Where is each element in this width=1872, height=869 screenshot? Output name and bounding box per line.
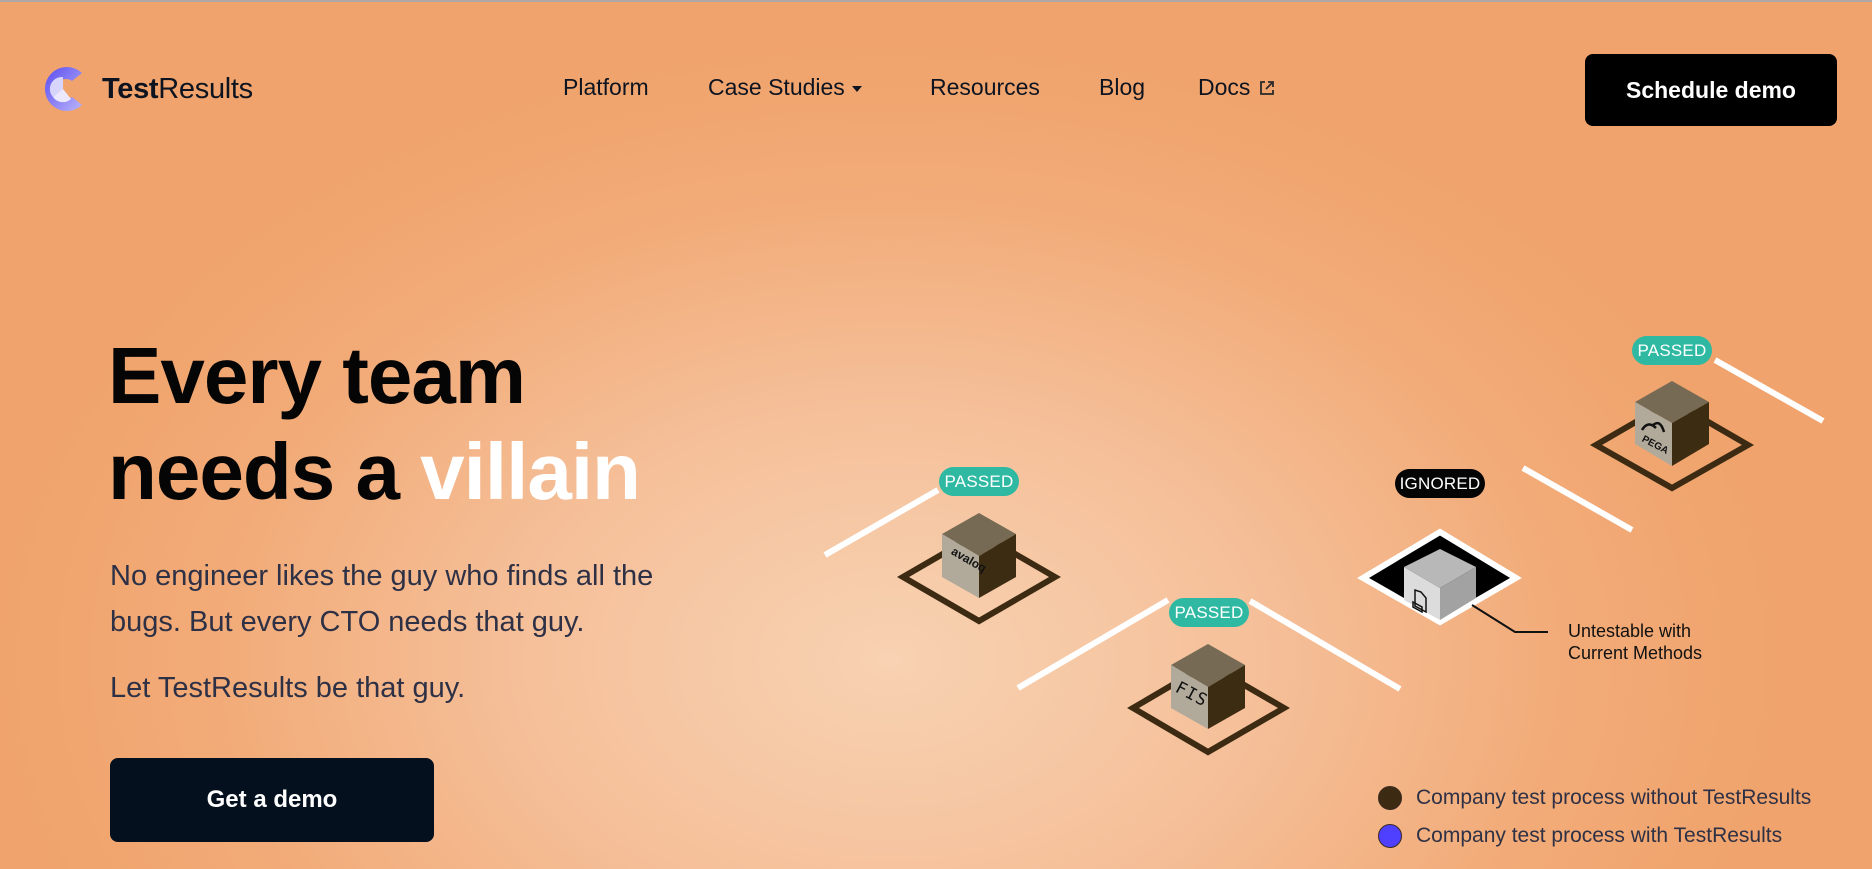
connector-line <box>1713 357 1825 424</box>
cube-top <box>1635 381 1709 423</box>
node-avaloq: avaloq <box>897 513 1061 625</box>
avaloq-logo-icon: avaloq <box>949 544 989 575</box>
cube-top <box>942 513 1016 556</box>
legend-label: Company test process with TestResults <box>1416 824 1783 847</box>
document-icon <box>1412 588 1427 614</box>
cube-right <box>1440 567 1476 620</box>
status-badge-passed: PASSED <box>939 467 1019 496</box>
nav-case-studies[interactable]: Case Studies <box>708 74 862 101</box>
status-badge-ignored: IGNORED <box>1395 469 1485 498</box>
cube-left <box>1404 567 1440 620</box>
nav-resources[interactable]: Resources <box>930 74 1040 101</box>
c-ring-logo-icon <box>44 67 82 111</box>
cube-right <box>1672 402 1709 466</box>
legend-item-with: Company test process with TestResults <box>1378 817 1811 855</box>
pega-logo-icon <box>1640 421 1666 433</box>
nav-platform[interactable]: Platform <box>563 74 649 101</box>
node-pega: PEGA <box>1589 381 1755 492</box>
nav-blog[interactable]: Blog <box>1099 74 1145 101</box>
svg-text:PEGA: PEGA <box>1640 434 1670 457</box>
legend-dot-brown <box>1378 786 1402 810</box>
node-base-outline <box>897 529 1061 625</box>
hero-title-accent: villain <box>420 427 641 516</box>
status-badge-passed: PASSED <box>1169 598 1249 627</box>
hero-title-line2: needs a <box>108 427 421 516</box>
connector-line <box>823 487 940 558</box>
node-fis: FIS <box>1127 644 1290 756</box>
nav-docs[interactable]: Docs <box>1198 74 1276 101</box>
cube-right <box>1208 665 1245 729</box>
node-ignored <box>1357 528 1548 633</box>
caret-down-icon <box>851 86 862 92</box>
cube-top <box>1404 549 1476 588</box>
schedule-demo-button[interactable]: Schedule demo <box>1585 54 1837 126</box>
node-base-outline <box>1127 660 1290 756</box>
annotation-line2: Current Methods <box>1568 643 1703 663</box>
annotation-line1: Untestable with <box>1568 621 1692 641</box>
top-border <box>0 0 1872 2</box>
hero-title-line1: Every team <box>108 331 526 420</box>
status-badge-passed: PASSED <box>1632 336 1712 365</box>
hero-subtitle: No engineer likes the guy who finds all … <box>110 560 654 638</box>
node-hole <box>1357 528 1522 626</box>
legend-label: Company test process without TestResults <box>1416 786 1812 809</box>
annotation-leader-line <box>1471 604 1548 633</box>
cube-left <box>1635 402 1672 466</box>
brand-logo[interactable]: TestResults <box>38 63 253 115</box>
cube-right <box>979 534 1016 598</box>
get-demo-button[interactable]: Get a demo <box>110 758 434 842</box>
connector-line <box>1248 598 1402 692</box>
untestable-annotation: Untestable with Current Methods <box>1568 620 1702 664</box>
hero-subtitle-secondary: Let TestResults be that guy. <box>110 672 466 704</box>
legend-dot-blue <box>1378 824 1402 848</box>
cube-left <box>1171 665 1208 729</box>
legend-item-without: Company test process without TestResults <box>1378 779 1811 817</box>
brand-name: TestResults <box>102 72 253 105</box>
fis-logo-icon: FIS <box>1172 678 1211 711</box>
connector-line <box>1016 597 1170 691</box>
diagram-legend: Company test process without TestResults… <box>1378 779 1811 855</box>
cube-left <box>942 534 979 598</box>
node-base-outline <box>1589 397 1755 492</box>
external-link-icon <box>1260 80 1275 95</box>
connector-line <box>1521 465 1634 533</box>
hero-title: Every team needs a villain <box>108 328 641 520</box>
cube-top <box>1171 644 1245 687</box>
